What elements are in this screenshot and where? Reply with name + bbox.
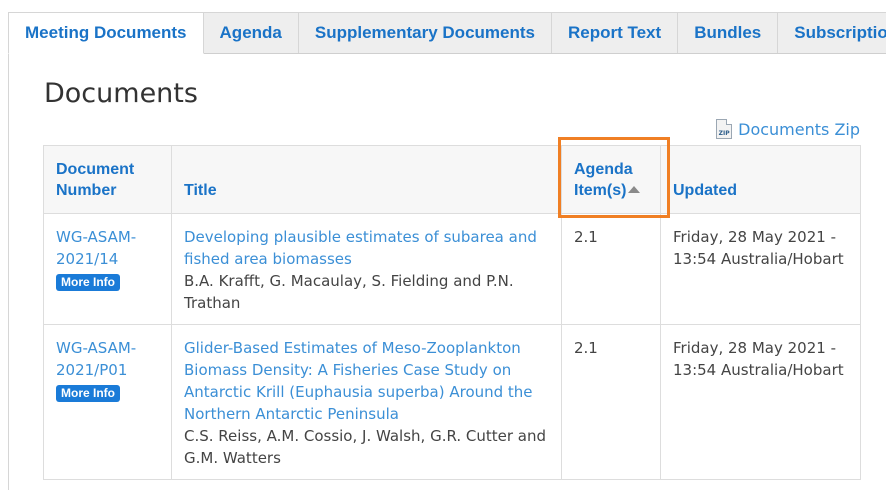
tab-report-text[interactable]: Report Text bbox=[550, 12, 679, 54]
header-title[interactable]: Title bbox=[171, 145, 562, 214]
more-info-button[interactable]: More Info bbox=[56, 385, 120, 402]
tab-supplementary-documents[interactable]: Supplementary Documents bbox=[297, 12, 552, 54]
documents-table: Document Number Title Agenda Item(s) Upd… bbox=[43, 145, 861, 480]
header-agenda-items[interactable]: Agenda Item(s) bbox=[561, 145, 661, 214]
updated-cell: Friday, 28 May 2021 - 13:54 Australia/Ho… bbox=[660, 213, 861, 325]
agenda-item-cell: 2.1 bbox=[561, 324, 661, 480]
more-info-button[interactable]: More Info bbox=[56, 274, 120, 291]
table-header-row: Document Number Title Agenda Item(s) Upd… bbox=[43, 145, 861, 214]
agenda-item-cell: 2.1 bbox=[561, 213, 661, 325]
table-row: WG-ASAM- 2021/14 More Info Developing pl… bbox=[43, 213, 861, 325]
documents-zip-label: Documents Zip bbox=[738, 119, 860, 139]
tab-meeting-documents[interactable]: Meeting Documents bbox=[8, 12, 204, 54]
section-title: Documents bbox=[44, 78, 198, 109]
tab-agenda[interactable]: Agenda bbox=[202, 12, 299, 54]
documents-zip-link[interactable]: ZIP Documents Zip bbox=[716, 119, 860, 139]
title-cell: Developing plausible estimates of subare… bbox=[171, 213, 562, 325]
document-title-link[interactable]: Glider-Based Estimates of Meso-Zooplankt… bbox=[184, 337, 549, 425]
document-number-cell: WG-ASAM- 2021/P01 More Info bbox=[43, 324, 172, 480]
document-authors: C.S. Reiss, A.M. Cossio, J. Walsh, G.R. … bbox=[184, 427, 547, 467]
header-document-number[interactable]: Document Number bbox=[43, 145, 172, 214]
tab-bar: Meeting Documents Agenda Supplementary D… bbox=[8, 12, 886, 54]
document-title-link[interactable]: Developing plausible estimates of subare… bbox=[184, 226, 549, 270]
document-number-link[interactable]: WG-ASAM- 2021/14 bbox=[56, 226, 159, 270]
table-row: WG-ASAM- 2021/P01 More Info Glider-Based… bbox=[43, 324, 861, 480]
updated-cell: Friday, 28 May 2021 - 13:54 Australia/Ho… bbox=[660, 324, 861, 480]
document-number-cell: WG-ASAM- 2021/14 More Info bbox=[43, 213, 172, 325]
zip-file-icon: ZIP bbox=[716, 119, 733, 139]
meeting-documents-page: Meeting Documents Agenda Supplementary D… bbox=[0, 0, 886, 490]
document-number-link[interactable]: WG-ASAM- 2021/P01 bbox=[56, 337, 159, 381]
header-updated[interactable]: Updated bbox=[660, 145, 861, 214]
tab-subscriptions[interactable]: Subscriptions bbox=[777, 12, 886, 54]
panel-border bbox=[8, 53, 9, 490]
tab-bundles[interactable]: Bundles bbox=[677, 12, 779, 54]
document-authors: B.A. Krafft, G. Macaulay, S. Fielding an… bbox=[184, 272, 514, 312]
sort-up-icon bbox=[628, 186, 641, 193]
title-cell: Glider-Based Estimates of Meso-Zooplankt… bbox=[171, 324, 562, 480]
